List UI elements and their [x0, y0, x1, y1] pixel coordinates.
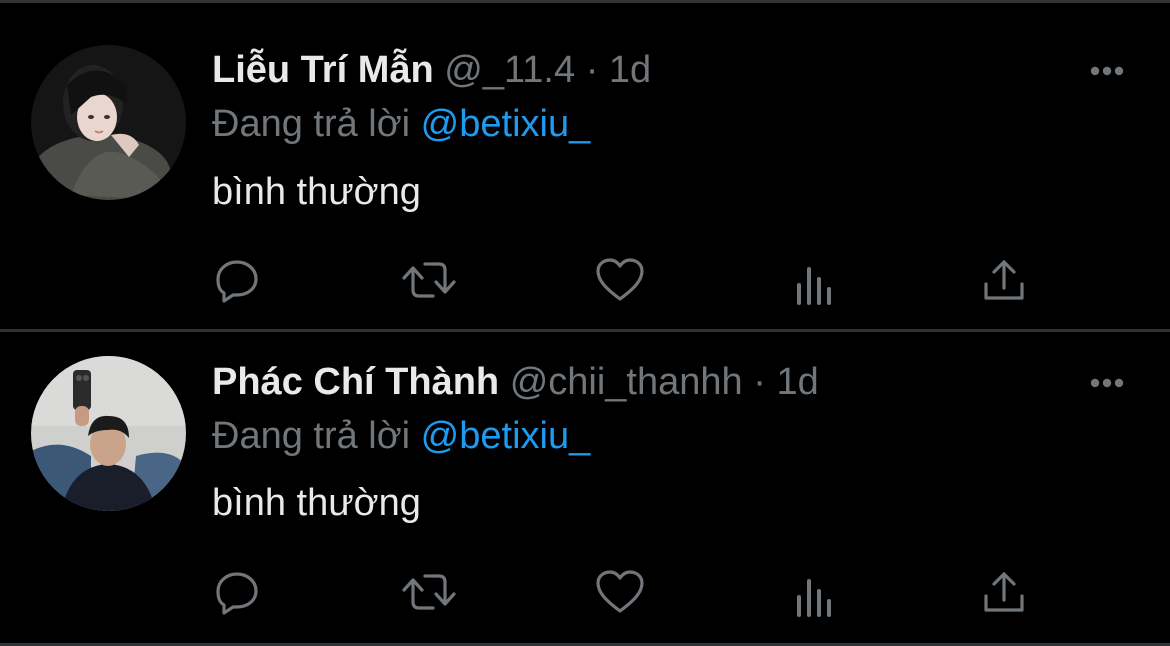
analytics-button[interactable]	[785, 568, 841, 624]
tweet[interactable]: Phác Chí Thành @chii_thanhh · 1d Đang tr…	[0, 332, 1170, 643]
more-options-button[interactable]	[1083, 59, 1131, 83]
separator-dot: ·	[585, 49, 599, 91]
more-icon	[1090, 378, 1124, 388]
share-button[interactable]	[976, 252, 1032, 308]
analytics-icon	[797, 579, 831, 617]
share-icon	[984, 572, 1024, 612]
reply-prefix: Đang trả lời	[212, 103, 411, 145]
like-icon	[596, 570, 644, 613]
retweet-icon	[402, 574, 456, 610]
analytics-button[interactable]	[785, 256, 841, 312]
retweet-button[interactable]	[401, 564, 457, 620]
tweet-text: bình thường	[212, 482, 421, 524]
reply-icon	[216, 260, 258, 303]
like-icon	[596, 258, 644, 301]
tweet[interactable]: Liễu Trí Mẫn @_11.4 · 1d Đang trả lời @b…	[0, 0, 1170, 329]
reply-button[interactable]	[209, 252, 265, 308]
avatar[interactable]	[31, 45, 186, 200]
share-button[interactable]	[976, 564, 1032, 620]
like-button[interactable]	[592, 252, 648, 308]
avatar-woman-photo-icon	[31, 45, 186, 200]
like-button[interactable]	[592, 564, 648, 620]
display-name[interactable]: Liễu Trí Mẫn	[212, 49, 434, 91]
avatar-man-mirror-selfie-icon	[31, 356, 186, 511]
more-icon	[1090, 66, 1124, 76]
more-options-button[interactable]	[1083, 371, 1131, 395]
tweet-header: Liễu Trí Mẫn @_11.4 · 1d	[212, 48, 651, 92]
reply-mention-link[interactable]: @betixiu_	[421, 415, 591, 457]
reply-context: Đang trả lời @betixiu_	[212, 414, 590, 458]
retweet-button[interactable]	[401, 252, 457, 308]
avatar[interactable]	[31, 356, 186, 511]
reply-prefix: Đang trả lời	[212, 415, 411, 457]
timestamp[interactable]: 1d	[776, 361, 818, 403]
analytics-icon	[797, 267, 831, 305]
timestamp[interactable]: 1d	[609, 49, 651, 91]
retweet-icon	[402, 262, 456, 298]
separator-dot: ·	[753, 361, 766, 403]
reply-mention-link[interactable]: @betixiu_	[421, 103, 591, 145]
user-handle[interactable]: @chii_thanhh	[510, 361, 743, 403]
reply-icon	[216, 572, 258, 615]
reply-context: Đang trả lời @betixiu_	[212, 102, 590, 146]
share-icon	[984, 260, 1024, 300]
tweet-text: bình thường	[212, 171, 421, 213]
reply-button[interactable]	[209, 564, 265, 620]
user-handle[interactable]: @_11.4	[444, 49, 575, 91]
display-name[interactable]: Phác Chí Thành	[212, 361, 499, 403]
tweet-header: Phác Chí Thành @chii_thanhh · 1d	[212, 360, 819, 404]
